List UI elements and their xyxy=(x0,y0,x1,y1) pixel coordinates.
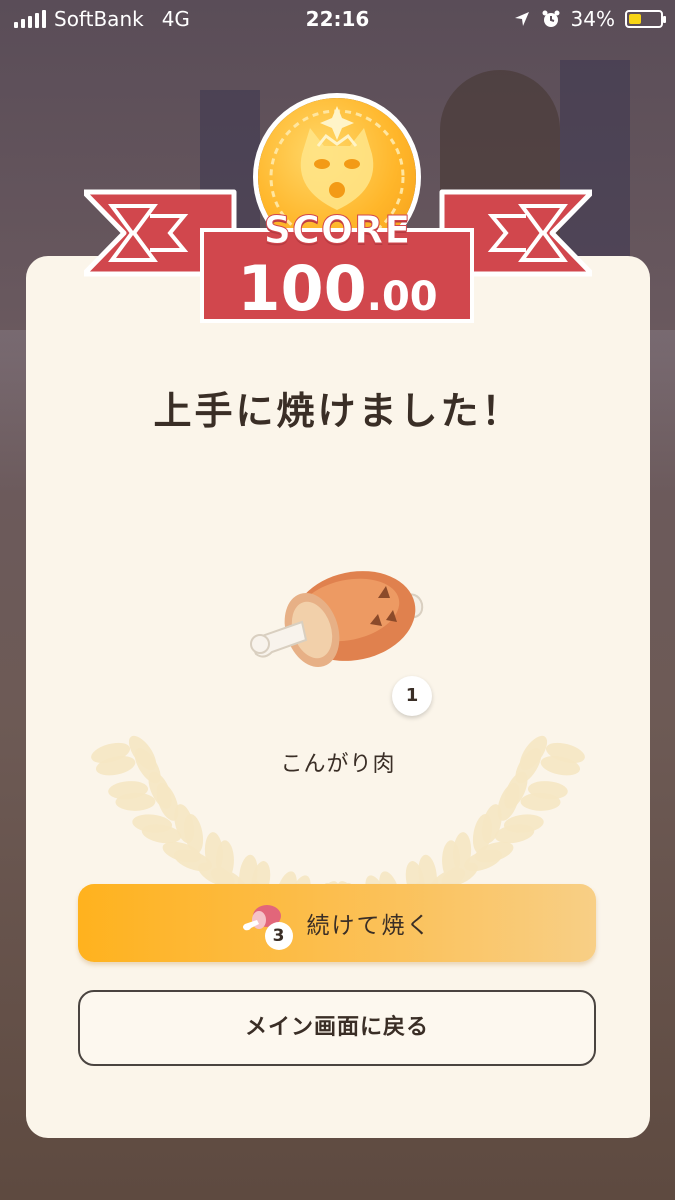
score-decimal: .00 xyxy=(366,274,438,320)
item-count-badge: 1 xyxy=(392,676,432,716)
alarm-icon xyxy=(542,10,560,27)
score-label: SCORE xyxy=(263,208,412,253)
result-title: 上手に焼けました！ xyxy=(153,389,523,433)
roasted-meat-icon xyxy=(250,571,424,668)
remaining-count-badge: 3 xyxy=(264,922,293,950)
laurel-leaf xyxy=(215,840,234,881)
location-arrow-icon xyxy=(514,12,529,26)
result-card: 上手に焼けました！ 1 こんがり肉 3 続けて焼く メイン画面に戻る xyxy=(26,256,650,1138)
status-bar: SoftBank 4G 22:16 34% xyxy=(0,0,675,38)
battery-percent: 34% xyxy=(570,7,615,31)
continue-grilling-button[interactable]: 3 続けて焼く xyxy=(78,884,596,962)
meat-ticket-icon: 3 xyxy=(242,900,293,950)
battery-level xyxy=(629,14,641,24)
item-name: こんがり肉 xyxy=(280,752,396,777)
status-right: 34% xyxy=(513,7,666,31)
score-header: SCORE 100.00 xyxy=(0,80,675,340)
continue-grilling-label: 続けて焼く xyxy=(306,913,432,939)
battery-icon xyxy=(625,10,666,28)
back-to-main-button[interactable]: メイン画面に戻る xyxy=(78,990,596,1066)
score-value: 100.00 xyxy=(0,252,675,325)
score-integer: 100 xyxy=(237,252,367,325)
